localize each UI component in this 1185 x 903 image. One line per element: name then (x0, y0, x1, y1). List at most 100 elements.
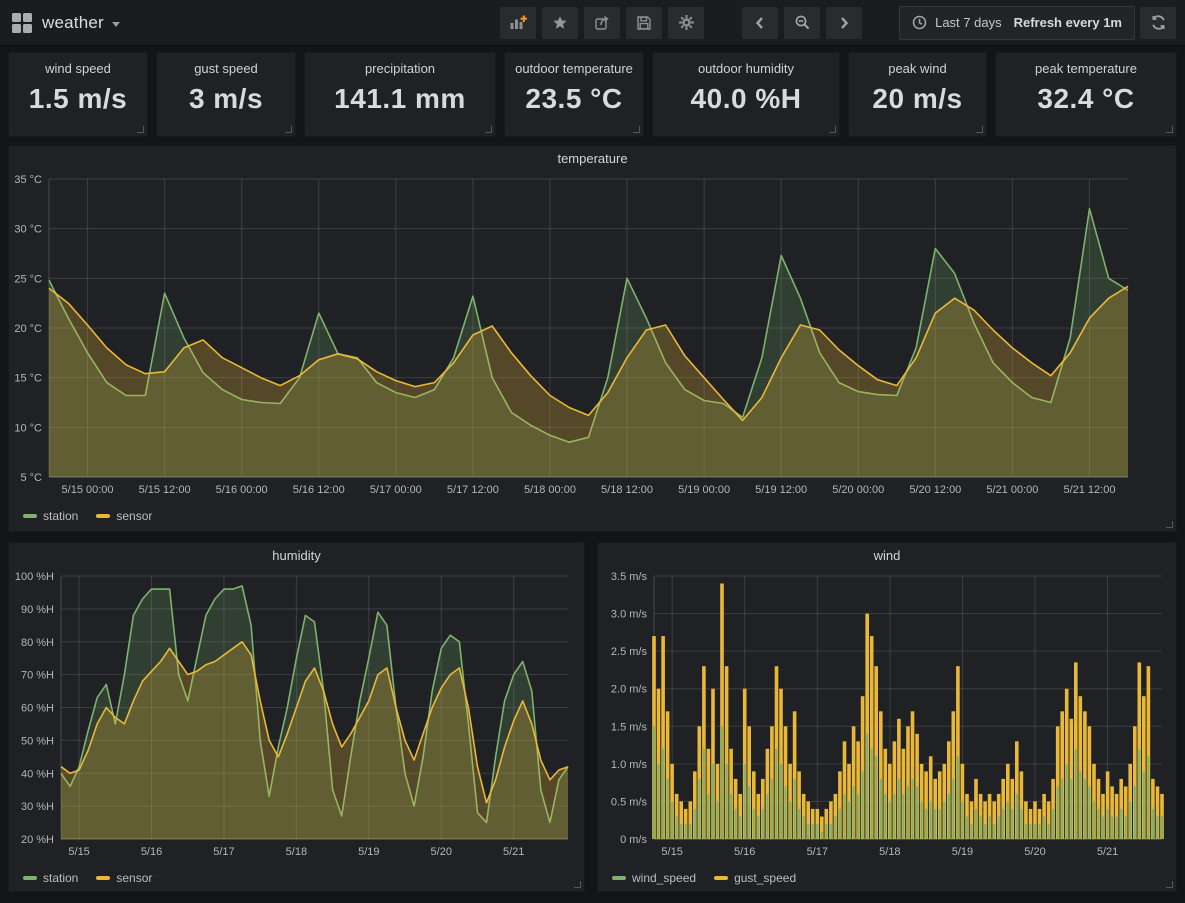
stat-panel-outdoor-humidity[interactable]: outdoor humidity 40.0 %H (652, 52, 840, 137)
svg-text:5 °C: 5 °C (20, 472, 42, 484)
stat-panel-peak-temperature[interactable]: peak temperature 32.4 °C (995, 52, 1177, 137)
temperature-chart[interactable]: 35 °C30 °C25 °C20 °C15 °C10 °C5 °C5/15 0… (13, 171, 1172, 501)
clock-icon (912, 15, 927, 30)
svg-text:5/21 12:00: 5/21 12:00 (1063, 484, 1115, 496)
svg-text:5/19 00:00: 5/19 00:00 (678, 484, 730, 496)
svg-text:5/19: 5/19 (952, 846, 973, 858)
svg-text:80 %H: 80 %H (21, 637, 54, 649)
temperature-panel-title[interactable]: temperature (13, 146, 1172, 171)
resize-handle[interactable] (1166, 521, 1173, 528)
stat-value: 23.5 °C (525, 83, 622, 115)
chevron-left-icon (753, 16, 767, 30)
svg-text:10 °C: 10 °C (14, 422, 42, 434)
legend-item-gust_speed[interactable]: gust_speed (714, 871, 796, 885)
legend-item-station[interactable]: station (23, 509, 78, 523)
refresh-button[interactable] (1139, 6, 1177, 40)
svg-text:5/18 00:00: 5/18 00:00 (524, 484, 576, 496)
svg-text:5/19: 5/19 (358, 846, 379, 858)
svg-text:100 %H: 100 %H (15, 571, 54, 583)
legend-item-sensor[interactable]: sensor (96, 871, 152, 885)
svg-text:5/17: 5/17 (807, 846, 828, 858)
wind-chart[interactable]: 3.5 m/s3.0 m/s2.5 m/s2.0 m/s1.5 m/s1.0 m… (602, 568, 1172, 863)
zoom-out-icon (794, 14, 811, 31)
share-button[interactable] (583, 6, 621, 40)
svg-text:5/20 12:00: 5/20 12:00 (909, 484, 961, 496)
legend-swatch (96, 514, 110, 518)
resize-handle[interactable] (1166, 881, 1173, 888)
temperature-legend: station sensor (13, 506, 1172, 526)
humidity-chart[interactable]: 100 %H90 %H80 %H70 %H60 %H50 %H40 %H30 %… (13, 568, 580, 863)
stat-title: precipitation (365, 61, 435, 76)
zoom-out-button[interactable] (783, 6, 821, 40)
stat-title: wind speed (45, 61, 111, 76)
resize-handle[interactable] (574, 881, 581, 888)
resize-handle[interactable] (829, 126, 836, 133)
svg-text:5/16: 5/16 (734, 846, 755, 858)
chevron-down-icon[interactable] (112, 22, 120, 27)
refresh-interval-label: Refresh every 1m (1014, 15, 1122, 30)
svg-text:5/20: 5/20 (1024, 846, 1045, 858)
stat-panel-peak-wind[interactable]: peak wind 20 m/s (848, 52, 987, 137)
legend-item-wind_speed[interactable]: wind_speed (612, 871, 696, 885)
refresh-icon (1150, 14, 1167, 31)
legend-label: gust_speed (734, 871, 796, 885)
svg-text:5/15 00:00: 5/15 00:00 (62, 484, 114, 496)
share-icon (594, 14, 611, 31)
stat-title: peak temperature (1035, 61, 1137, 76)
stat-title: outdoor humidity (698, 61, 794, 76)
resize-handle[interactable] (1166, 126, 1173, 133)
svg-text:5/17 12:00: 5/17 12:00 (447, 484, 499, 496)
svg-text:5/21: 5/21 (503, 846, 524, 858)
add-panel-button[interactable] (499, 6, 537, 40)
stat-value: 20 m/s (872, 83, 962, 115)
stat-panel-gust-speed[interactable]: gust speed 3 m/s (156, 52, 296, 137)
svg-text:3.0 m/s: 3.0 m/s (611, 609, 648, 621)
stat-value: 40.0 %H (691, 83, 802, 115)
stat-value: 141.1 mm (334, 83, 466, 115)
humidity-panel: humidity 100 %H90 %H80 %H70 %H60 %H50 %H… (8, 542, 585, 892)
grafana-logo-icon[interactable] (12, 13, 32, 33)
svg-text:35 °C: 35 °C (14, 174, 42, 186)
stat-title: peak wind (888, 61, 947, 76)
resize-handle[interactable] (137, 126, 144, 133)
legend-item-station[interactable]: station (23, 871, 78, 885)
time-range-label: Last 7 days (935, 15, 1002, 30)
legend-swatch (96, 876, 110, 880)
wind-panel-title[interactable]: wind (602, 543, 1172, 568)
legend-item-sensor[interactable]: sensor (96, 509, 152, 523)
svg-text:40 %H: 40 %H (21, 768, 54, 780)
svg-text:5/18 12:00: 5/18 12:00 (601, 484, 653, 496)
save-button[interactable] (625, 6, 663, 40)
svg-text:90 %H: 90 %H (21, 604, 54, 616)
svg-text:5/17: 5/17 (213, 846, 234, 858)
svg-text:5/21 00:00: 5/21 00:00 (986, 484, 1038, 496)
svg-text:25 °C: 25 °C (14, 273, 42, 285)
resize-handle[interactable] (285, 126, 292, 133)
svg-text:2.0 m/s: 2.0 m/s (611, 684, 648, 696)
svg-text:5/19 12:00: 5/19 12:00 (755, 484, 807, 496)
resize-handle[interactable] (633, 126, 640, 133)
stat-value: 1.5 m/s (29, 83, 127, 115)
svg-text:1.5 m/s: 1.5 m/s (611, 721, 648, 733)
gear-icon (678, 14, 695, 31)
legend-label: sensor (116, 871, 152, 885)
svg-text:5/16 12:00: 5/16 12:00 (293, 484, 345, 496)
settings-button[interactable] (667, 6, 705, 40)
stat-panel-precipitation[interactable]: precipitation 141.1 mm (304, 52, 496, 137)
time-forward-button[interactable] (825, 6, 863, 40)
stat-panel-outdoor-temperature[interactable]: outdoor temperature 23.5 °C (504, 52, 644, 137)
svg-text:3.5 m/s: 3.5 m/s (611, 571, 648, 583)
star-button[interactable] (541, 6, 579, 40)
time-back-button[interactable] (741, 6, 779, 40)
resize-handle[interactable] (976, 126, 983, 133)
resize-handle[interactable] (485, 126, 492, 133)
humidity-panel-title[interactable]: humidity (13, 543, 580, 568)
wind-panel: wind 3.5 m/s3.0 m/s2.5 m/s2.0 m/s1.5 m/s… (597, 542, 1177, 892)
dashboard-title[interactable]: weather (42, 13, 104, 33)
svg-text:5/21: 5/21 (1097, 846, 1118, 858)
time-picker[interactable]: Last 7 days Refresh every 1m (899, 6, 1135, 40)
svg-text:5/20 00:00: 5/20 00:00 (832, 484, 884, 496)
stat-value: 32.4 °C (1037, 83, 1134, 115)
stat-panel-wind-speed[interactable]: wind speed 1.5 m/s (8, 52, 148, 137)
legend-label: sensor (116, 509, 152, 523)
